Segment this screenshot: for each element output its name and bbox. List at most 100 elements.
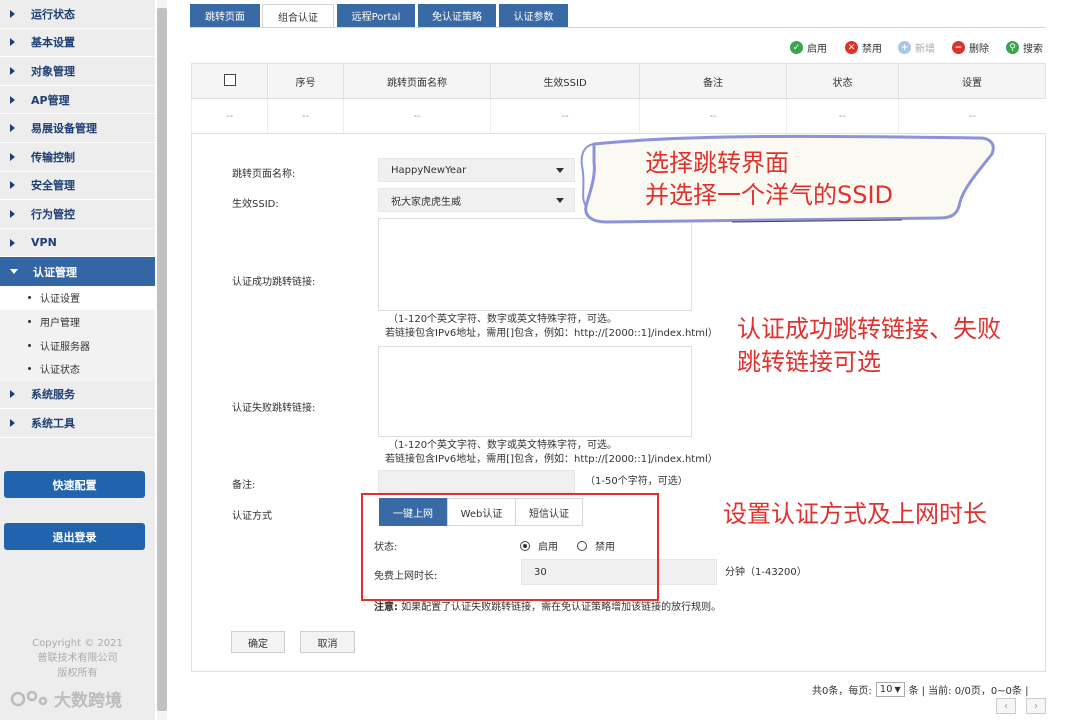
expanded-arrow-icon	[10, 269, 18, 275]
prev-page-button[interactable]: ‹	[996, 698, 1016, 714]
collapsed-arrow-icon	[10, 419, 15, 428]
callout-line-2: 并选择一个洋气的SSID	[645, 181, 894, 209]
sidebar-item-label: 对象管理	[31, 64, 75, 78]
fail-url-textarea[interactable]	[378, 346, 692, 437]
sidebar-item-label: 易展设备管理	[31, 122, 97, 136]
tab-remote-portal[interactable]: 远程Portal	[337, 4, 415, 27]
add-label: 新增	[915, 44, 935, 55]
page-size-select[interactable]: 10 ▼	[875, 682, 905, 697]
sidebar-item-system-services[interactable]: 系统服务	[0, 381, 155, 410]
collapsed-arrow-icon	[10, 390, 15, 399]
quick-config-button[interactable]: 快速配置	[4, 471, 145, 498]
column-header[interactable]: 备注	[639, 63, 787, 99]
column-header[interactable]: 跳转页面名称	[343, 63, 491, 99]
minus-icon: −	[952, 41, 965, 54]
sidebar-subitem-auth-status[interactable]: 认证状态	[0, 357, 155, 381]
sidebar-item-label: 系统服务	[31, 388, 75, 402]
tab-redirect-page[interactable]: 跳转页面	[190, 4, 260, 27]
sidebar-item-label: 行为管控	[31, 207, 75, 221]
tab-divider	[190, 27, 1046, 28]
watermark: 大数跨境	[10, 686, 122, 711]
sidebar-subitem-auth-settings[interactable]: 认证设置	[0, 285, 155, 310]
sidebar-subitem-label: 认证设置	[40, 294, 80, 306]
disable-label: 禁用	[862, 44, 882, 55]
copyright-company: 普联技术有限公司	[37, 653, 118, 664]
page-name-value: HappyNewYear	[391, 164, 467, 176]
ssid-select[interactable]: 祝大家虎虎生威	[378, 188, 575, 212]
chevron-right-icon: ›	[1034, 700, 1038, 712]
x-icon: ✕	[845, 41, 858, 54]
collapsed-arrow-icon	[10, 238, 15, 247]
select-all-checkbox[interactable]	[223, 73, 236, 86]
collapsed-arrow-icon	[10, 9, 15, 18]
success-url-hint-2: 若链接包含IPv6地址，需用[]包含，例如：http://[2000::1]/i…	[385, 328, 718, 339]
column-header[interactable]: 序号	[267, 63, 344, 99]
sidebar-scrollbar-thumb[interactable]	[157, 8, 167, 711]
search-label: 搜索	[1023, 44, 1043, 55]
remark-hint: （1-50个字符，可选）	[585, 476, 688, 487]
collapsed-arrow-icon	[10, 38, 15, 47]
enable-button[interactable]: ✓ 启用	[790, 40, 827, 55]
sidebar-item-label: 传输控制	[31, 150, 75, 164]
column-header[interactable]: 状态	[786, 63, 899, 99]
search-icon: ⚲	[1006, 41, 1019, 54]
sidebar-item-label: AP管理	[31, 93, 70, 107]
column-header[interactable]: 生效SSID	[490, 63, 640, 99]
url-note-line-2: 跳转链接可选	[737, 348, 881, 376]
sidebar-subitem-auth-server[interactable]: 认证服务器	[0, 333, 155, 357]
sidebar-item[interactable]: 传输控制	[0, 143, 155, 172]
note-text: 如果配置了认证失败跳转链接，需在免认证策略增加该链接的放行规则。	[401, 602, 722, 613]
disable-button[interactable]: ✕ 禁用	[845, 40, 882, 55]
sidebar-item[interactable]: 易展设备管理	[0, 114, 155, 143]
tab-combined-auth[interactable]: 组合认证	[262, 4, 334, 28]
pagination-unit: 条	[908, 686, 919, 697]
enable-label: 启用	[807, 44, 827, 55]
bullet-icon	[28, 296, 31, 300]
fail-url-hint-2: 若链接包含IPv6地址，需用[]包含，例如：http://[2000::1]/i…	[385, 454, 718, 465]
sidebar-item-label: VPN	[31, 236, 57, 250]
add-button[interactable]: + 新增	[898, 40, 935, 55]
sidebar-subitem-user-management[interactable]: 用户管理	[0, 309, 155, 334]
bullet-icon	[28, 319, 31, 323]
url-note-line-1: 认证成功跳转链接、失败	[737, 315, 1001, 343]
bullet-icon	[28, 343, 31, 347]
sidebar-item[interactable]: 基本设置	[0, 29, 155, 58]
sidebar-item[interactable]: AP管理	[0, 86, 155, 115]
collapsed-arrow-icon	[10, 124, 15, 133]
search-button[interactable]: ⚲ 搜索	[1006, 40, 1043, 55]
fail-url-label: 认证失败跳转链接:	[232, 403, 316, 414]
sidebar: 运行状态基本设置对象管理 AP管理易展设备管理 传输控制安全管理行为管控 VPN 认证…	[0, 0, 155, 720]
chevron-left-icon: ‹	[1004, 700, 1008, 712]
ok-button[interactable]: 确定	[231, 631, 285, 653]
success-url-textarea[interactable]	[378, 218, 692, 311]
copyright-rights: 版权所有	[57, 668, 98, 679]
delete-button[interactable]: − 删除	[952, 40, 989, 55]
collapsed-arrow-icon	[10, 152, 15, 161]
success-url-label: 认证成功跳转链接:	[232, 277, 316, 288]
logout-button[interactable]: 退出登录	[4, 523, 145, 550]
tab-auth-free-policy[interactable]: 免认证策略	[418, 4, 496, 27]
sidebar-item[interactable]: 行为管控	[0, 200, 155, 229]
sidebar-item[interactable]: 对象管理	[0, 57, 155, 86]
remark-input[interactable]	[378, 470, 575, 493]
sidebar-item[interactable]: VPN	[0, 229, 155, 258]
tab-auth-params[interactable]: 认证参数	[499, 4, 568, 27]
auth-mode-label: 认证方式	[232, 511, 272, 522]
page-name-select[interactable]: HappyNewYear	[378, 158, 575, 182]
sidebar-item-auth-management[interactable]: 认证管理	[0, 257, 155, 286]
sidebar-subitem-label: 认证状态	[40, 365, 80, 377]
bullet-icon	[28, 367, 31, 371]
cancel-button[interactable]: 取消	[300, 631, 355, 653]
sidebar-item-system-tools[interactable]: 系统工具	[0, 409, 155, 438]
sidebar-item-label: 运行状态	[31, 7, 75, 21]
pagination: 共0条，每页: 10 ▼ 条 | 当前: 0/0页，0~0条 |	[812, 682, 1028, 697]
auth-mode-note: 设置认证方式及上网时长	[723, 500, 987, 528]
next-page-button[interactable]: ›	[1026, 698, 1046, 714]
table-cell: --	[343, 98, 491, 134]
plus-icon: +	[898, 41, 911, 54]
sidebar-item[interactable]: 运行状态	[0, 0, 155, 29]
note: 注意: 如果配置了认证失败跳转链接，需在免认证策略增加该链接的放行规则。	[374, 601, 721, 615]
column-header[interactable]: 设置	[898, 63, 1046, 99]
sidebar-item[interactable]: 安全管理	[0, 172, 155, 201]
table-header-row: 序号 跳转页面名称 生效SSID 备注 状态 设置	[191, 63, 1046, 99]
